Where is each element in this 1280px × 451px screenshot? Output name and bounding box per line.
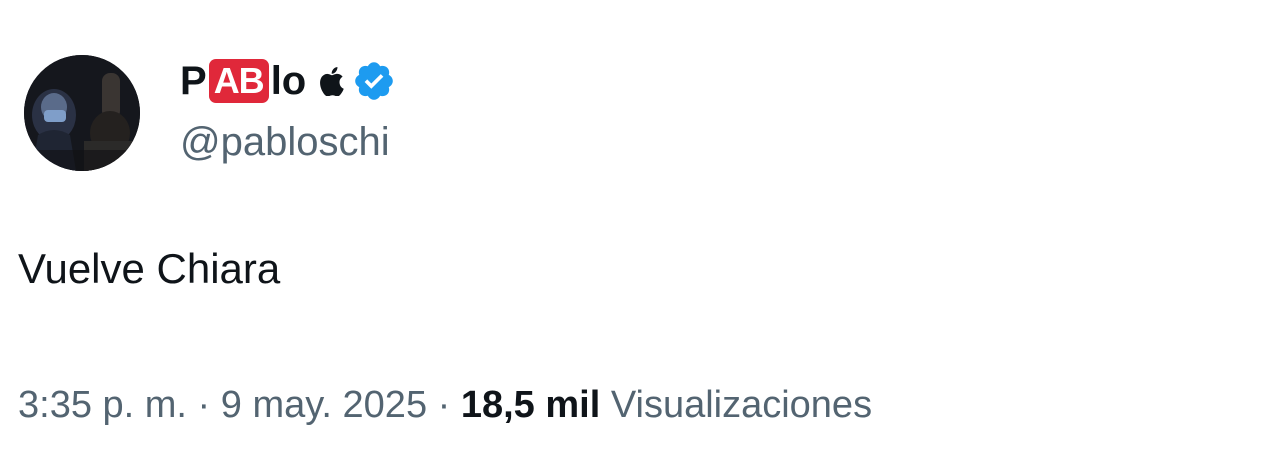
avatar[interactable] [24, 55, 140, 171]
tweet-date[interactable]: 9 may. 2025 [221, 384, 427, 426]
display-name-badge: AB [208, 59, 269, 103]
user-handle[interactable]: @pabloschi [180, 122, 396, 162]
apple-icon [318, 66, 344, 96]
tweet-text: Vuelve Chiara [18, 245, 281, 292]
meta-separator: · [186, 384, 221, 426]
display-name-suffix: lo [270, 59, 307, 103]
meta-separator: · [427, 384, 461, 426]
display-name-prefix: P [180, 59, 207, 103]
avatar-image [24, 55, 140, 171]
tweet-time[interactable]: 3:35 p. m. [18, 384, 187, 426]
display-name[interactable]: P AB lo [180, 52, 396, 110]
tweet-card: P AB lo @pabloschi Vuelve Chiara 3:35 p.… [0, 0, 1280, 451]
views-label[interactable]: Visualizaciones [600, 384, 872, 426]
verified-badge-icon[interactable] [352, 59, 396, 103]
views-count[interactable]: 18,5 mil [461, 384, 600, 426]
tweet-meta: 3:35 p. m. · 9 may. 2025 · 18,5 mil Visu… [18, 386, 872, 424]
tweet-header: P AB lo @pabloschi [180, 52, 396, 162]
